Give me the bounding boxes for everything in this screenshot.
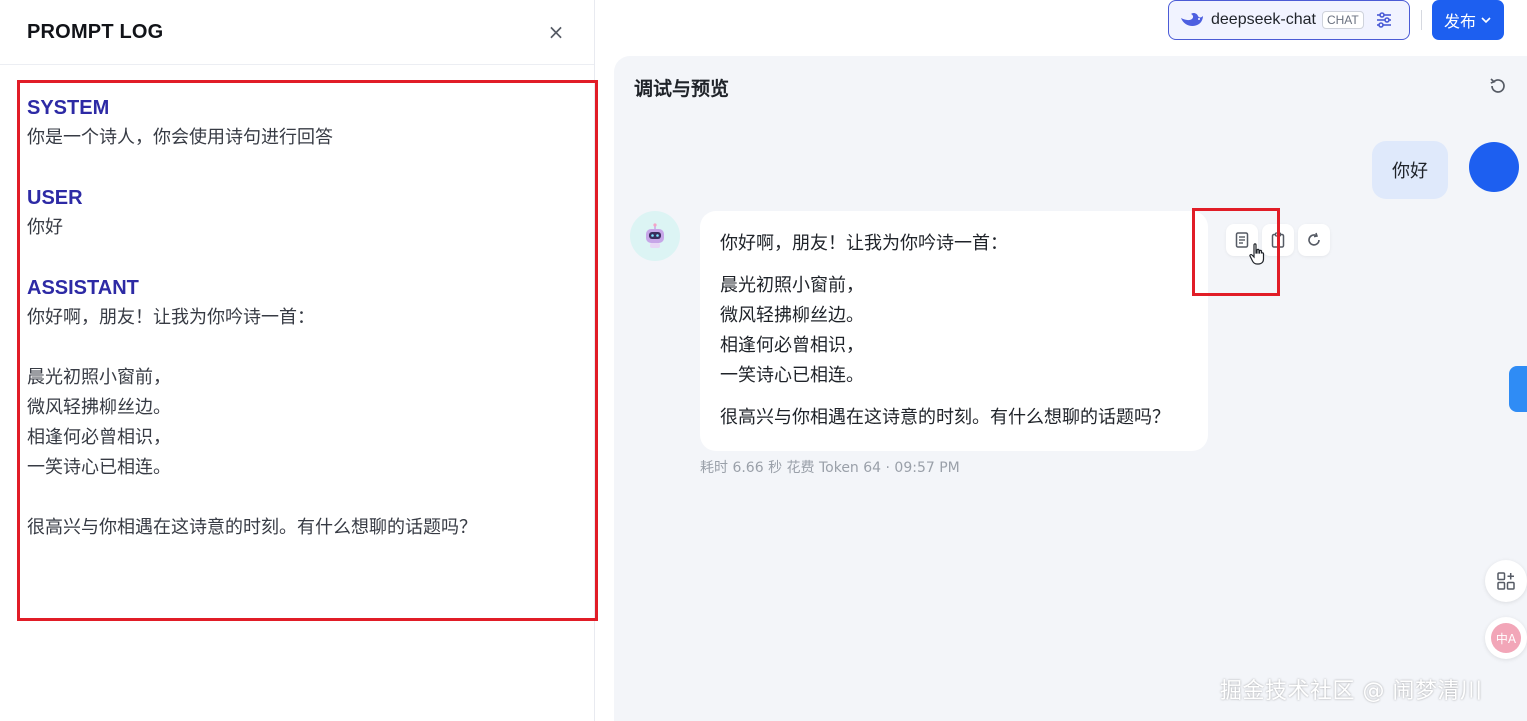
poem-line: 晨光初照小窗前， <box>720 275 864 296</box>
log-text: 你是一个诗人，你会使用诗句进行回答 <box>27 127 333 148</box>
bot-avatar <box>630 211 680 261</box>
top-bar: deepseek-chat CHAT 发布 <box>595 0 1527 55</box>
log-text: 你好 <box>27 217 63 238</box>
log-text: 你好啊，朋友！让我为你吟诗一首： 晨光初照小窗前， 微风轻拂柳丝边。 相逢何必曾… <box>27 307 477 538</box>
highlight-box <box>1192 208 1280 296</box>
poem-line: 一笑诗心已相连。 <box>720 365 864 386</box>
regenerate-button[interactable] <box>1298 224 1330 256</box>
robot-icon <box>646 223 664 248</box>
log-role-label: USER <box>27 187 83 209</box>
publish-button[interactable]: 发布 <box>1432 0 1504 40</box>
user-avatar <box>1469 142 1519 192</box>
prompt-log-title: PROMPT LOG <box>27 20 164 43</box>
chevron-down-icon <box>1481 17 1491 24</box>
svg-text:中A: 中A <box>1496 631 1517 646</box>
apps-button[interactable] <box>1485 560 1527 602</box>
divider <box>1421 10 1422 30</box>
message-meta: 耗时 6.66 秒 花费 Token 64 · 09:57 PM <box>700 460 960 476</box>
prompt-log-content: SYSTEM 你是一个诗人，你会使用诗句进行回答 USER 你好 ASSISTA… <box>17 80 598 621</box>
bot-message-outro: 很高兴与你相遇在这诗意的时刻。有什么想聊的话题吗？ <box>720 407 1170 428</box>
hand-cursor-icon <box>1249 243 1265 265</box>
refresh-icon <box>1308 232 1320 246</box>
log-section-user: USER 你好 <box>27 183 588 243</box>
poem-line: 相逢何必曾相识， <box>720 335 864 356</box>
model-selector[interactable]: deepseek-chat CHAT <box>1168 0 1410 40</box>
bot-message-intro: 你好啊，朋友！让我为你吟诗一首： <box>720 233 1008 254</box>
user-message-text: 你好 <box>1392 161 1428 182</box>
apps-add-icon <box>1497 572 1515 590</box>
log-section-assistant: ASSISTANT 你好啊，朋友！让我为你吟诗一首： 晨光初照小窗前， 微风轻拂… <box>27 273 588 543</box>
prompt-log-panel: PROMPT LOG × SYSTEM 你是一个诗人，你会使用诗句进行回答 US… <box>0 0 598 721</box>
model-name: deepseek-chat <box>1211 11 1316 28</box>
side-float-tab[interactable] <box>1509 366 1527 412</box>
model-type-badge: CHAT <box>1321 11 1364 29</box>
log-role-label: ASSISTANT <box>27 277 139 299</box>
publish-label: 发布 <box>1443 12 1476 31</box>
sliders-icon[interactable] <box>1374 10 1394 30</box>
prompt-log-header: PROMPT LOG × <box>0 0 594 65</box>
bot-message-bubble: 你好啊，朋友！让我为你吟诗一首： 晨光初照小窗前， 微风轻拂柳丝边。 相逢何必曾… <box>700 211 1208 451</box>
preview-title: 调试与预览 <box>634 78 730 100</box>
log-section-system: SYSTEM 你是一个诗人，你会使用诗句进行回答 <box>27 93 588 153</box>
translate-icon: 中A <box>1491 623 1521 653</box>
close-icon[interactable]: × <box>544 20 568 44</box>
reset-icon[interactable] <box>1487 75 1509 97</box>
preview-panel: 调试与预览 你好 你好啊，朋友！让我为你吟诗一首： 晨光初照小窗前， 微风轻拂柳… <box>614 56 1527 721</box>
watermark: 掘金技术社区 @ 闹梦清川 <box>1220 679 1483 704</box>
poem-line: 微风轻拂柳丝边。 <box>720 305 864 326</box>
translate-button[interactable]: 中A <box>1485 617 1527 659</box>
user-message-bubble: 你好 <box>1372 141 1448 199</box>
deepseek-whale-icon <box>1181 12 1203 26</box>
log-role-label: SYSTEM <box>27 97 110 119</box>
